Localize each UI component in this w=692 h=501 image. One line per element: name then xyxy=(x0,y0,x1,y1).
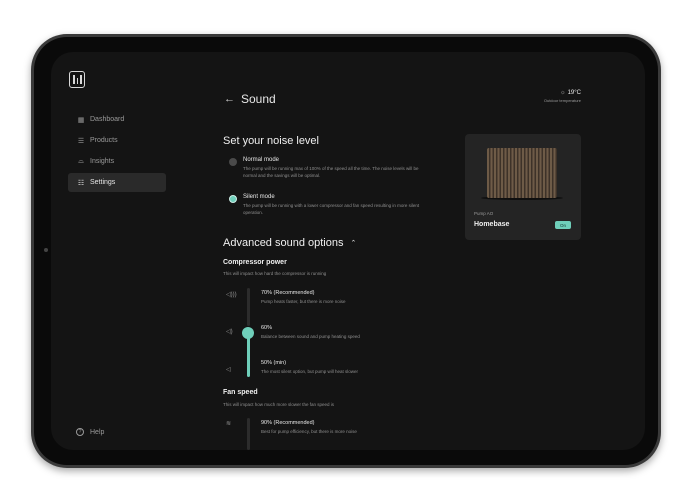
sidebar-item-label: Insights xyxy=(90,158,115,165)
option-title: 70% (Recommended) xyxy=(261,290,315,296)
compressor-title: Compressor power xyxy=(223,259,287,266)
list-icon: ☰ xyxy=(77,137,85,145)
sidebar-item-label: Settings xyxy=(90,179,116,186)
help-link[interactable]: ? Help xyxy=(76,428,104,436)
silent-mode-radio[interactable] xyxy=(229,195,237,203)
sidebar-item-label: Products xyxy=(90,137,118,144)
option-description: The pump will be running max of 100% of … xyxy=(243,166,419,178)
sidebar-item-label: Dashboard xyxy=(90,116,125,123)
option-title: 50% (min) xyxy=(261,360,287,366)
arrow-left-icon: ← xyxy=(224,93,235,105)
option-description: Balance between sound and pump heating s… xyxy=(261,334,360,339)
option-title: Silent mode xyxy=(243,194,275,200)
help-label: Help xyxy=(90,428,105,436)
chart-icon: ⌓ xyxy=(78,157,84,165)
sliders-icon: ☷ xyxy=(77,179,85,187)
grid-icon: ▦ xyxy=(77,116,85,124)
normal-mode-option[interactable]: Normal mode The pump will be running max… xyxy=(229,157,423,179)
app-screen: ▦ Dashboard ☰ Products ⌓ Insights ☷ Sett… xyxy=(51,52,645,450)
weather-widget: ☼ 19°C Outdoor temperature xyxy=(544,90,581,103)
chevron-up-icon: ⌃ xyxy=(350,240,357,247)
compressor-option-60[interactable]: 60% Balance between sound and pump heati… xyxy=(261,325,360,339)
front-camera xyxy=(44,248,48,252)
option-title: 90% (Recommended) xyxy=(261,420,315,426)
sidebar-item-settings[interactable]: ☷ Settings xyxy=(68,173,166,192)
option-description: Pump heats faster, but there is more noi… xyxy=(261,299,346,304)
option-description: Best for pump efficiency, but there is m… xyxy=(261,429,357,434)
option-title: 60% xyxy=(261,325,273,331)
compressor-option-50[interactable]: 50% (min) The most silent option, but pu… xyxy=(261,360,358,374)
noise-heading: Set your noise level xyxy=(223,135,319,147)
status-badge: On xyxy=(555,221,571,229)
temperature-value: ☼ 19°C xyxy=(544,90,581,96)
page-title: Sound xyxy=(241,92,276,106)
homebase-logo-icon[interactable] xyxy=(69,71,85,88)
temperature-text: 19°C xyxy=(567,90,581,96)
fan-option-90[interactable]: 90% (Recommended) Best for pump efficien… xyxy=(261,420,357,434)
heat-pump-image xyxy=(487,148,557,198)
compressor-slider-track[interactable] xyxy=(247,288,250,326)
volume-low-icon: ◁ xyxy=(226,367,231,373)
option-title: Normal mode xyxy=(243,157,280,163)
temperature-label: Outdoor temperature xyxy=(543,98,581,103)
volume-high-icon: ◁))) xyxy=(226,292,237,298)
device-card[interactable]: Pump AO Homebase On xyxy=(465,134,581,240)
option-description: The most silent option, but pump will he… xyxy=(261,369,359,374)
fan-speed-description: This will impact how much more slower th… xyxy=(223,402,335,407)
sidebar-item-insights[interactable]: ⌓ Insights xyxy=(68,152,166,171)
volume-medium-icon: ◁) xyxy=(226,329,233,335)
back-button[interactable]: ← Sound xyxy=(224,92,276,106)
compressor-option-70[interactable]: 70% (Recommended) Pump heats faster, but… xyxy=(261,290,346,304)
advanced-heading: Advanced sound options xyxy=(223,237,344,249)
question-icon: ? xyxy=(76,428,84,436)
sun-icon: ☼ xyxy=(560,90,566,96)
compressor-slider-handle[interactable] xyxy=(242,327,254,339)
sidebar-item-products[interactable]: ☰ Products xyxy=(68,131,166,150)
sidebar-item-dashboard[interactable]: ▦ Dashboard xyxy=(68,110,166,129)
sidebar-nav: ▦ Dashboard ☰ Products ⌓ Insights ☷ Sett… xyxy=(68,110,166,194)
compressor-description: This will impact how hard the compressor… xyxy=(223,271,327,276)
fan-speed-title: Fan speed xyxy=(223,389,258,396)
fan-icon: ≋ xyxy=(226,421,232,427)
device-label: Pump AO xyxy=(474,211,494,216)
advanced-heading-toggle[interactable]: Advanced sound options ⌃ xyxy=(223,237,356,249)
device-name: Homebase xyxy=(474,221,510,228)
silent-mode-option[interactable]: Silent mode The pump will be running wit… xyxy=(229,194,423,216)
fan-slider-track[interactable] xyxy=(247,418,250,450)
option-description: The pump will be running with a lower co… xyxy=(243,203,420,215)
normal-mode-radio[interactable] xyxy=(229,158,237,166)
